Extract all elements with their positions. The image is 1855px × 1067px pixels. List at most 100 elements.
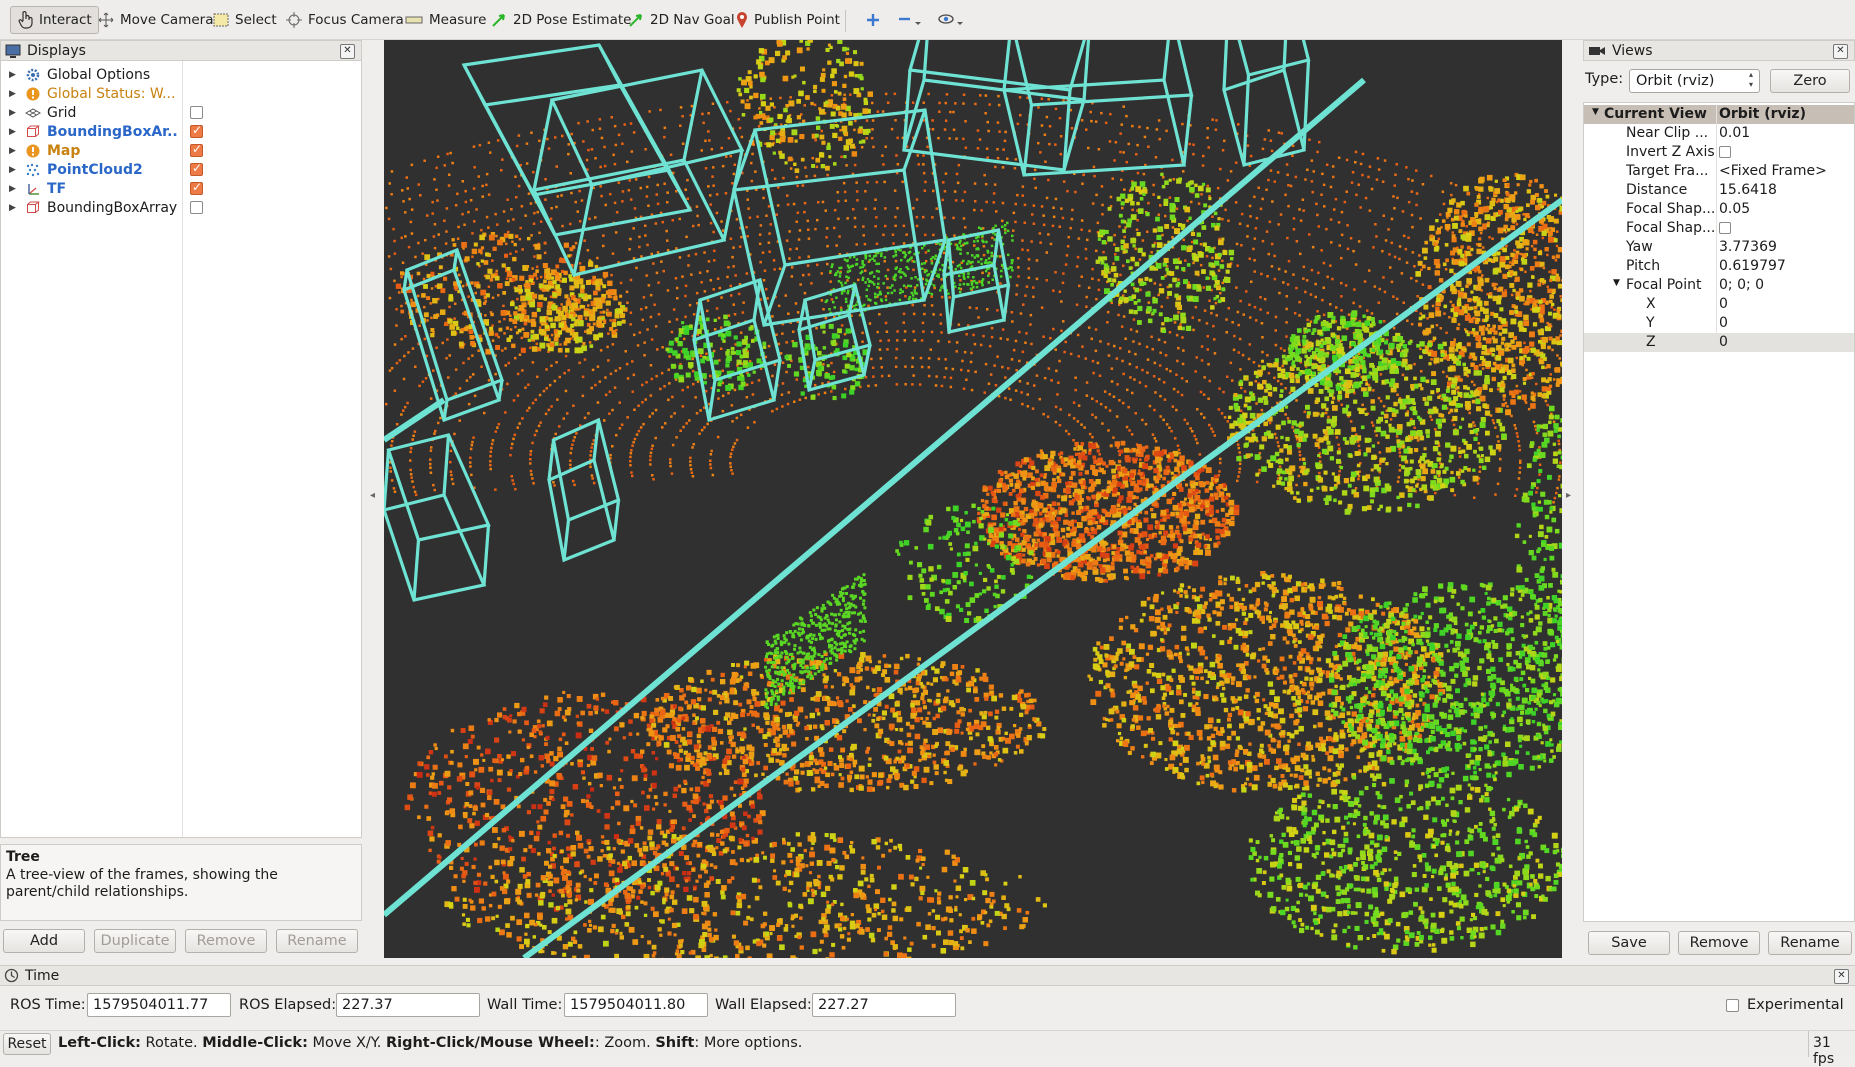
render-viewport[interactable] bbox=[384, 40, 1562, 958]
focus-camera-tool-button[interactable]: Focus Camera bbox=[280, 6, 410, 34]
view-property-row[interactable]: Invert Z Axis bbox=[1584, 143, 1854, 162]
pose-estimate-tool-button[interactable]: 2D Pose Estimate bbox=[485, 6, 637, 34]
remove-view-button[interactable]: Remove bbox=[1678, 931, 1760, 955]
view-property-row[interactable]: Yaw3.77369 bbox=[1584, 238, 1854, 257]
reset-button[interactable]: Reset bbox=[3, 1033, 51, 1055]
left-splitter-handle[interactable]: ◂ bbox=[370, 490, 375, 501]
view-property-value[interactable]: 0 bbox=[1719, 315, 1728, 331]
expand-arrow-icon[interactable]: ▶ bbox=[9, 146, 21, 156]
display-item-boundingboxarray[interactable]: ▶BoundingBoxArray bbox=[1, 198, 361, 217]
publish-point-tool-button[interactable]: Publish Point bbox=[730, 6, 846, 34]
display-item-boundingboxar[interactable]: ▶BoundingBoxAr... bbox=[1, 122, 361, 141]
select-label: Select bbox=[235, 12, 277, 28]
expand-arrow-icon[interactable]: ▶ bbox=[9, 184, 21, 194]
display-enable-checkbox[interactable] bbox=[190, 201, 203, 214]
close-icon[interactable]: ✕ bbox=[1833, 44, 1848, 59]
move-camera-label: Move Camera bbox=[120, 12, 213, 28]
view-property-value[interactable]: 0.01 bbox=[1719, 125, 1750, 141]
rename-view-button[interactable]: Rename bbox=[1768, 931, 1852, 955]
experimental-checkbox[interactable] bbox=[1726, 999, 1739, 1012]
measure-tool-button[interactable]: Measure bbox=[399, 6, 492, 34]
display-description-box: Tree A tree-view of the frames, showing … bbox=[0, 844, 362, 921]
view-property-value[interactable]: 0.05 bbox=[1719, 201, 1750, 217]
column-divider bbox=[1716, 105, 1717, 124]
view-property-row[interactable]: ▼Focal Point0; 0; 0 bbox=[1584, 276, 1854, 295]
view-property-row[interactable]: Near Clip ...0.01 bbox=[1584, 124, 1854, 143]
add-display-button[interactable]: Add bbox=[3, 929, 85, 953]
view-property-row[interactable]: Y0 bbox=[1584, 314, 1854, 333]
view-property-row[interactable]: Distance15.6418 bbox=[1584, 181, 1854, 200]
nav-goal-tool-button[interactable]: 2D Nav Goal bbox=[622, 6, 741, 34]
view-property-row[interactable]: Z0 bbox=[1584, 333, 1854, 352]
display-item-grid[interactable]: ▶Grid bbox=[1, 103, 361, 122]
view-property-value[interactable]: 0.619797 bbox=[1719, 258, 1786, 274]
collapse-arrow-icon[interactable]: ▼ bbox=[1592, 107, 1599, 117]
view-type-select[interactable]: Orbit (rviz) ▴▾ bbox=[1629, 69, 1760, 93]
display-item-map[interactable]: ▶Map bbox=[1, 141, 361, 160]
expand-arrow-icon[interactable]: ▶ bbox=[9, 70, 21, 80]
collapse-arrow-icon[interactable]: ▼ bbox=[1613, 278, 1620, 288]
expand-arrow-icon[interactable]: ▶ bbox=[9, 127, 21, 137]
ros-elapsed-field[interactable]: 227.37 bbox=[336, 993, 480, 1017]
save-view-button[interactable]: Save bbox=[1588, 931, 1670, 955]
display-item-tf[interactable]: ▶TF bbox=[1, 179, 361, 198]
view-property-key: Target Fra... bbox=[1626, 163, 1714, 179]
display-enable-checkbox[interactable] bbox=[190, 182, 203, 195]
view-property-row[interactable]: Target Fra... <Fixed Frame> bbox=[1584, 162, 1854, 181]
pose-estimate-label: 2D Pose Estimate bbox=[513, 12, 631, 28]
display-item-label: Global Options bbox=[47, 67, 179, 83]
view-property-row[interactable]: X0 bbox=[1584, 295, 1854, 314]
remove-tool-dropdown[interactable] bbox=[892, 6, 930, 34]
point-cloud bbox=[385, 40, 1562, 958]
view-property-row[interactable]: Focal Shap...0.05 bbox=[1584, 200, 1854, 219]
expand-arrow-icon[interactable]: ▶ bbox=[9, 203, 21, 213]
view-property-value[interactable]: 3.77369 bbox=[1719, 239, 1777, 255]
view-property-value[interactable]: 0 bbox=[1719, 334, 1728, 350]
duplicate-display-button[interactable]: Duplicate bbox=[94, 929, 176, 953]
view-property-checkbox[interactable] bbox=[1719, 146, 1731, 158]
minus-dropdown-icon bbox=[898, 13, 924, 27]
display-enable-checkbox[interactable] bbox=[190, 125, 203, 138]
view-property-value[interactable]: <Fixed Frame> bbox=[1719, 163, 1827, 179]
view-property-value[interactable]: Orbit (rviz) bbox=[1719, 106, 1806, 122]
view-property-value[interactable]: 0 bbox=[1719, 296, 1728, 312]
add-tool-button[interactable] bbox=[860, 6, 886, 34]
wall-elapsed-field[interactable]: 227.27 bbox=[812, 993, 956, 1017]
view-property-checkbox[interactable] bbox=[1719, 222, 1731, 234]
view-property-row[interactable]: Pitch0.619797 bbox=[1584, 257, 1854, 276]
grid-icon bbox=[25, 105, 41, 121]
expand-arrow-icon[interactable]: ▶ bbox=[9, 165, 21, 175]
close-icon[interactable]: ✕ bbox=[340, 44, 355, 59]
close-icon[interactable]: ✕ bbox=[1834, 969, 1849, 984]
remove-display-button[interactable]: Remove bbox=[185, 929, 267, 953]
select-tool-button[interactable]: Select bbox=[207, 6, 283, 34]
view-property-value[interactable]: 15.6418 bbox=[1719, 182, 1777, 198]
display-enable-checkbox[interactable] bbox=[190, 106, 203, 119]
expand-arrow-icon[interactable]: ▶ bbox=[9, 108, 21, 118]
expand-arrow-icon[interactable]: ▶ bbox=[9, 89, 21, 99]
ros-time-field[interactable]: 1579504011.77 bbox=[87, 993, 231, 1017]
pointcloud-scene[interactable] bbox=[384, 40, 1562, 958]
view-property-value[interactable]: 0; 0; 0 bbox=[1719, 277, 1764, 293]
display-item-label: PointCloud2 bbox=[47, 162, 179, 178]
description-title: Tree bbox=[6, 849, 40, 865]
wall-time-field[interactable]: 1579504011.80 bbox=[564, 993, 708, 1017]
column-divider bbox=[1716, 333, 1717, 352]
interact-tool-button[interactable]: Interact bbox=[10, 6, 99, 34]
views-property-tree[interactable]: ▼Current ViewOrbit (rviz)Near Clip ...0.… bbox=[1583, 102, 1855, 922]
display-item-global-options[interactable]: ▶ Global Options bbox=[1, 65, 361, 84]
panels-dropdown[interactable] bbox=[932, 6, 972, 34]
display-enable-checkbox[interactable] bbox=[190, 144, 203, 157]
move-camera-tool-button[interactable]: Move Camera bbox=[92, 6, 219, 34]
view-property-row[interactable]: ▼Current ViewOrbit (rviz) bbox=[1584, 105, 1854, 124]
displays-tree[interactable]: ▶ Global Options▶Global Status: W...▶Grid… bbox=[0, 60, 362, 838]
display-item-pointcloud2[interactable]: ▶ PointCloud2 bbox=[1, 160, 361, 179]
display-item-global-status-w[interactable]: ▶Global Status: W... bbox=[1, 84, 361, 103]
right-splitter-handle[interactable]: ▸ bbox=[1566, 490, 1571, 501]
rename-display-button[interactable]: Rename bbox=[276, 929, 358, 953]
view-property-row[interactable]: Focal Shap... bbox=[1584, 219, 1854, 238]
zero-button[interactable]: Zero bbox=[1770, 69, 1850, 93]
status-bar: Reset Left-Click: Rotate. Middle-Click: … bbox=[0, 1030, 1855, 1056]
move-camera-icon bbox=[98, 12, 114, 28]
display-enable-checkbox[interactable] bbox=[190, 163, 203, 176]
